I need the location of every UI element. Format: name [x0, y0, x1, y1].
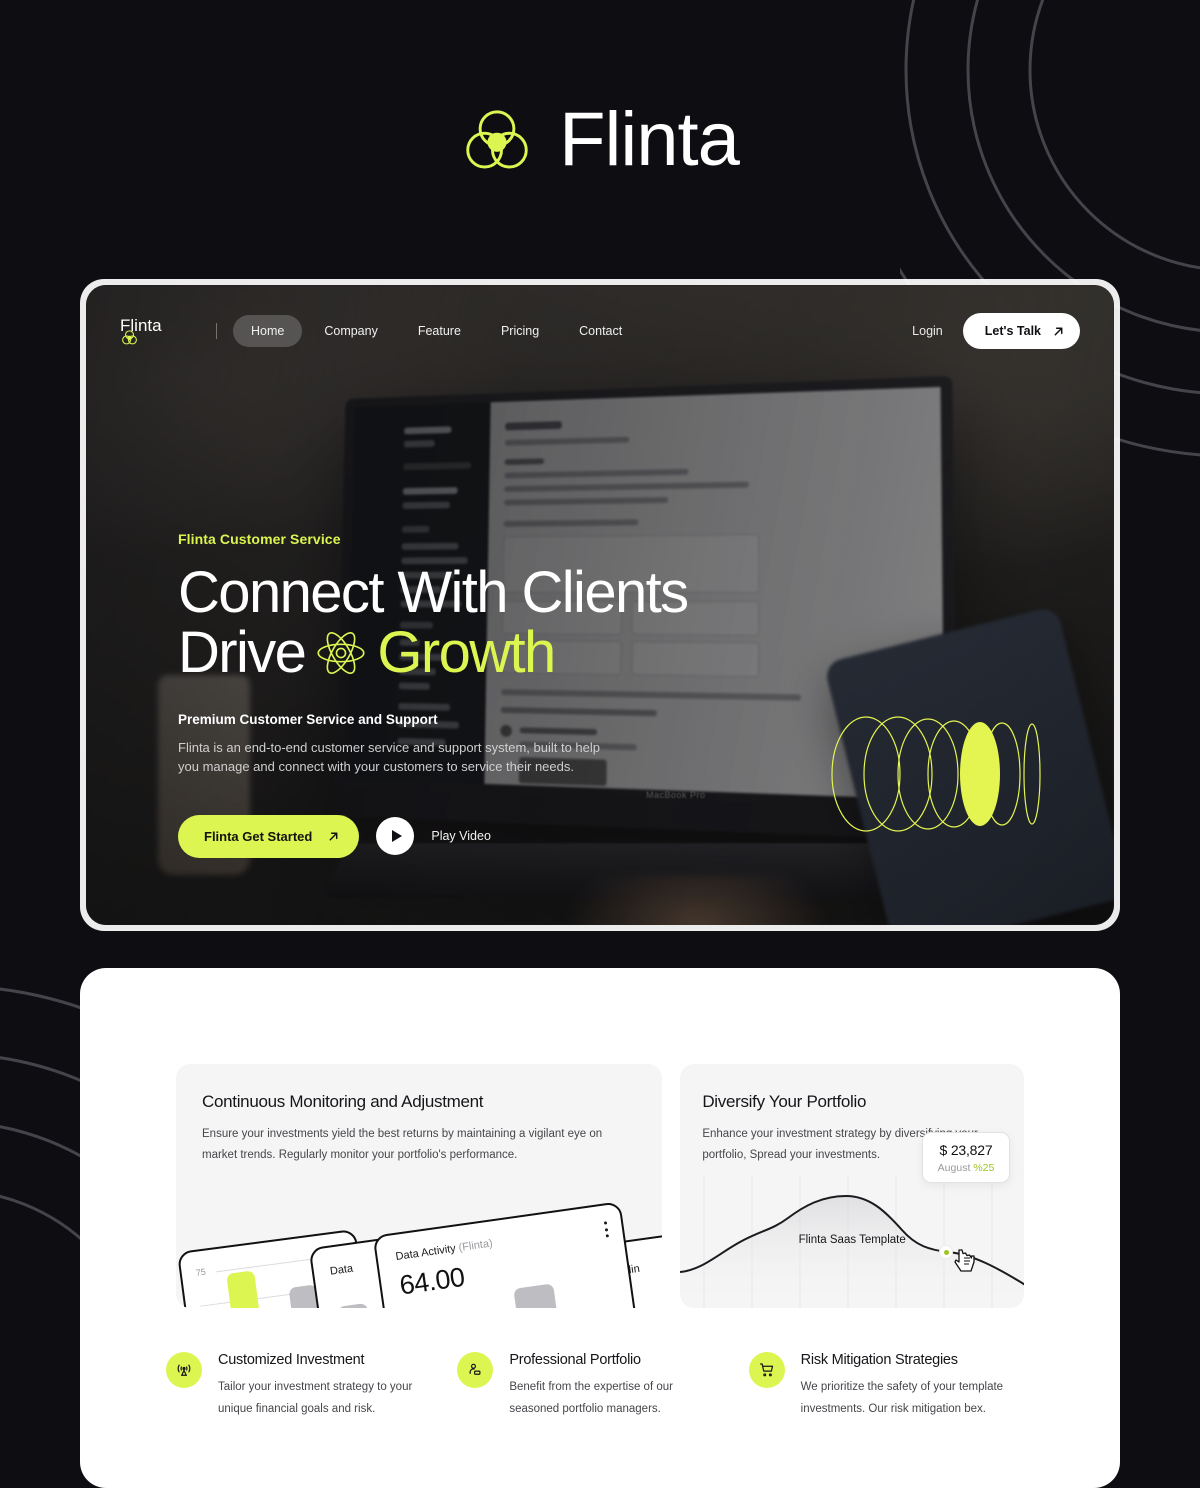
brand-header: Flinta	[0, 0, 1200, 280]
headline-line-1: Connect With Clients	[178, 560, 689, 625]
feature-body: Tailor your investment strategy to your …	[218, 1381, 413, 1415]
tooltip-amount: $ 23,827	[939, 1142, 993, 1158]
tooltip-percent: %25	[973, 1162, 995, 1174]
feature-title: Professional Portfolio	[509, 1352, 641, 1368]
nav-links: Home Company Feature Pricing Contact	[233, 315, 640, 347]
nav-item-contact[interactable]: Contact	[561, 315, 640, 347]
headline-line-2: Drive Growth	[178, 620, 818, 686]
tooltip-sub: August %25	[927, 1162, 1005, 1174]
features-row: Customized Investment Tailor your invest…	[80, 1308, 1120, 1421]
headline-line-2-prefix: Drive	[178, 620, 307, 686]
hero-eyebrow: Flinta Customer Service	[178, 531, 341, 547]
hero-section: MacBook Pro Flinta Home	[86, 285, 1114, 925]
dashboard-card-art: 75 Data Data Activity (Flinta) 64.00	[176, 1201, 663, 1308]
main-navigation: Flinta Home Company Feature Pricing Cont…	[86, 301, 1114, 361]
stacked-ellipses-graphic	[831, 716, 1041, 832]
info-card-diversify: Diversify Your Portfolio Enhance your in…	[680, 1064, 1024, 1308]
nav-item-home[interactable]: Home	[233, 315, 303, 347]
feature-body: Benefit from the expertise of our season…	[509, 1381, 673, 1415]
lets-talk-label: Let's Talk	[984, 324, 1041, 338]
play-video-button[interactable]	[376, 817, 415, 856]
chart-tooltip: $ 23,827 August %25	[922, 1132, 1010, 1183]
headline-accent-word: Growth	[377, 620, 556, 686]
feature-customized-investment: Customized Investment Tailor your invest…	[166, 1352, 457, 1421]
nav-logo[interactable]: Flinta	[120, 317, 216, 346]
venn-circles-icon	[466, 110, 528, 169]
feature-title: Risk Mitigation Strategies	[800, 1352, 958, 1368]
nav-divider	[216, 323, 217, 339]
play-icon	[391, 830, 402, 843]
feature-risk-mitigation: Risk Mitigation Strategies We prioritize…	[748, 1352, 1040, 1421]
card-title: Continuous Monitoring and Adjustment	[202, 1092, 484, 1111]
card-body: Ensure your investments yield the best r…	[202, 1128, 603, 1162]
arrow-up-right-icon	[1054, 327, 1063, 335]
mini-card-value: 64.00	[397, 1261, 467, 1301]
portfolio-area-chart: $ 23,827 August %25 Flinta Saas Template	[680, 1132, 1024, 1308]
nav-item-feature[interactable]: Feature	[400, 315, 479, 347]
mini-card-title-sub: (Flinta)	[457, 1237, 494, 1255]
axis-label-75: 75	[195, 1266, 207, 1278]
nav-item-company[interactable]: Company	[306, 315, 396, 347]
feature-title: Customized Investment	[218, 1352, 365, 1368]
broadcast-tower-icon	[166, 1352, 202, 1388]
mini-card-label: Data	[329, 1262, 354, 1278]
tooltip-month: August	[937, 1162, 971, 1174]
mini-card-title: Data Activity (Flinta)	[395, 1237, 494, 1262]
user-profile-icon	[457, 1352, 494, 1388]
hero-headline: Connect With Clients Drive Growth	[178, 560, 818, 686]
hero-body: Flinta is an end-to-end customer service…	[178, 739, 600, 775]
arrow-up-right-icon	[329, 832, 338, 841]
hand-pointer-icon	[954, 1249, 975, 1272]
more-vertical-icon[interactable]	[603, 1221, 610, 1241]
nav-actions: Login Let's Talk	[912, 313, 1080, 349]
lets-talk-button[interactable]: Let's Talk	[962, 313, 1080, 349]
play-video-label: Play Video	[431, 829, 491, 844]
hero-section-frame: MacBook Pro Flinta Home	[80, 279, 1120, 931]
feature-professional-portfolio: Professional Portfolio Benefit from the …	[457, 1352, 748, 1421]
atom-icon	[317, 632, 365, 675]
hero-subtitle: Premium Customer Service and Support	[178, 711, 438, 727]
hero-content: Flinta Customer Service Connect With Cli…	[178, 531, 818, 858]
shopping-cart-icon	[748, 1352, 785, 1388]
feature-body: We prioritize the safety of your templat…	[800, 1381, 1004, 1415]
get-started-label: Flinta Get Started	[204, 828, 313, 844]
brand-name: Flinta	[559, 97, 740, 182]
content-panel: Continuous Monitoring and Adjustment Ens…	[80, 968, 1120, 1488]
info-card-monitoring: Continuous Monitoring and Adjustment Ens…	[176, 1064, 663, 1308]
mini-card-title-main: Data Activity	[394, 1242, 457, 1263]
login-link[interactable]: Login	[912, 324, 943, 338]
hero-cta-row: Flinta Get Started Play Video	[178, 814, 818, 858]
info-cards-row: Continuous Monitoring and Adjustment Ens…	[80, 968, 1120, 1308]
card-title: Diversify Your Portfolio	[702, 1092, 867, 1111]
nav-item-pricing[interactable]: Pricing	[483, 315, 557, 347]
get-started-button[interactable]: Flinta Get Started	[178, 814, 360, 858]
chart-caption: Flinta Saas Template	[798, 1234, 906, 1246]
venn-circles-icon	[122, 329, 137, 344]
mini-card-data-activity: Data Activity (Flinta) 64.00	[372, 1201, 638, 1308]
